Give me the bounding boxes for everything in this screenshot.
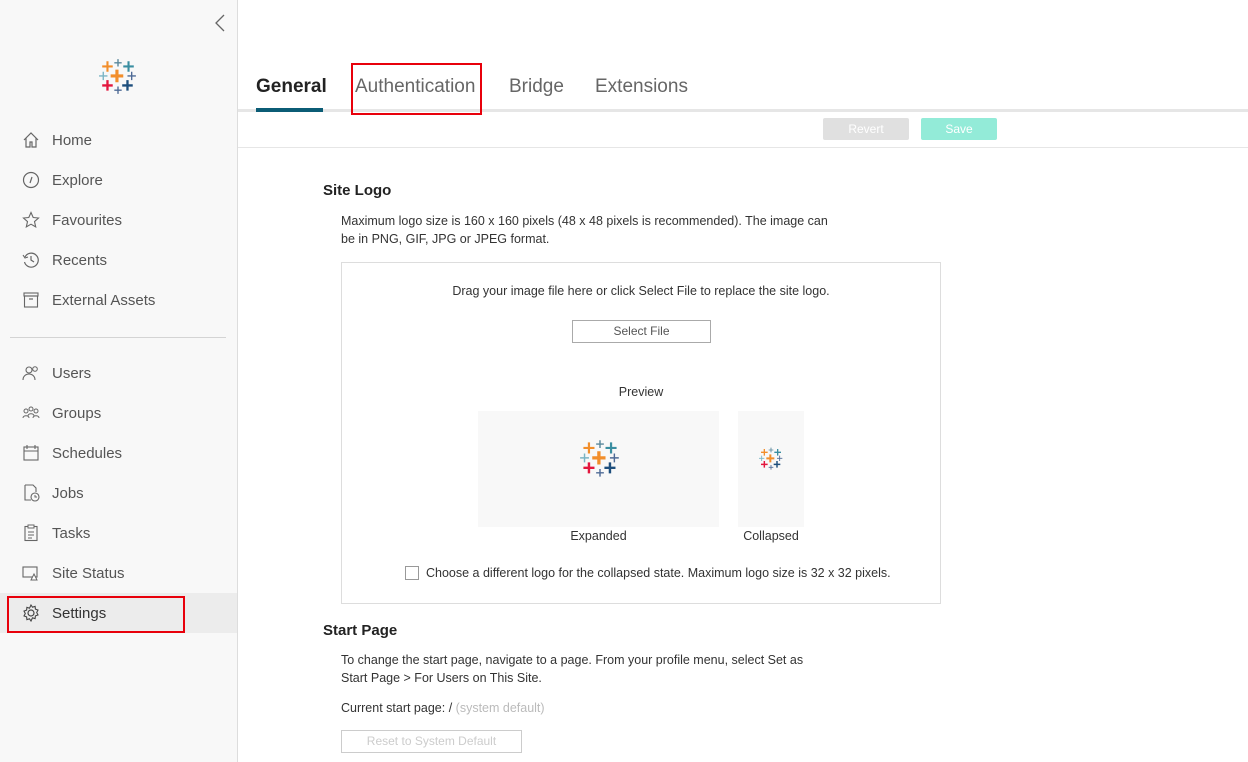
sidebar-item-label: Jobs [52, 484, 84, 502]
select-file-button[interactable]: Select File [572, 320, 711, 343]
highlight-box-authentication [351, 63, 482, 115]
sidebar-item-users[interactable]: Users [0, 353, 237, 393]
sidebar-item-label: Site Status [52, 564, 125, 582]
sidebar-item-recents[interactable]: Recents [0, 240, 237, 280]
current-start-page-label: Current start page: / [341, 701, 453, 715]
sidebar: Home Explore Favourites Recents External Ass… [0, 0, 238, 762]
sidebar-item-label: Users [52, 364, 92, 382]
save-button[interactable]: Save [921, 118, 997, 140]
sidebar-item-site-status[interactable]: Site Status [0, 553, 237, 593]
archive-icon [22, 291, 40, 309]
home-icon [22, 131, 40, 149]
current-start-page-value: (system default) [455, 701, 545, 715]
collapsed-label: Collapsed [743, 529, 799, 543]
toolbar-divider [238, 147, 1248, 148]
chevron-left-icon[interactable] [214, 14, 226, 32]
sidebar-divider [10, 337, 226, 338]
collapsed-logo-checkbox-label[interactable]: Choose a different logo for the collapse… [426, 564, 926, 582]
logo-drop-zone[interactable]: Drag your image file here or click Selec… [341, 262, 941, 604]
sidebar-item-label: Favourites [52, 211, 123, 229]
expanded-preview [478, 411, 719, 527]
drop-text: Drag your image file here or click Selec… [452, 284, 830, 298]
sidebar-item-label: Groups [52, 404, 102, 422]
site-logo-heading: Site Logo [323, 182, 392, 199]
tab-bridge[interactable]: Bridge [509, 76, 564, 98]
reset-start-page-button[interactable]: Reset to System Default [341, 730, 522, 753]
start-page-heading: Start Page [323, 622, 398, 639]
tab-extensions[interactable]: Extensions [595, 76, 688, 98]
sidebar-item-tasks[interactable]: Tasks [0, 513, 237, 553]
expanded-logo-image [579, 439, 621, 479]
group-icon [22, 404, 40, 422]
collapsed-preview [738, 411, 804, 527]
job-icon [22, 484, 40, 502]
star-icon [22, 211, 40, 229]
sidebar-item-home[interactable]: Home [0, 120, 237, 160]
sidebar-item-favourites[interactable]: Favourites [0, 200, 237, 240]
active-tab-indicator [256, 108, 323, 112]
sidebar-item-jobs[interactable]: Jobs [0, 473, 237, 513]
sidebar-item-label: Schedules [52, 444, 123, 462]
sidebar-item-label: Home [52, 131, 93, 149]
site-logo-description: Maximum logo size is 160 x 160 pixels (4… [341, 214, 828, 246]
start-page-description: To change the start page, navigate to a … [341, 653, 804, 685]
revert-button[interactable]: Revert [823, 118, 909, 140]
compass-icon [22, 171, 40, 189]
expanded-label: Expanded [570, 529, 627, 543]
sidebar-item-label: Tasks [52, 524, 91, 542]
tableau-logo[interactable] [98, 57, 138, 97]
sidebar-item-explore[interactable]: Explore [0, 160, 237, 200]
status-icon [22, 564, 40, 582]
collapsed-logo-image [758, 447, 784, 471]
history-icon [22, 251, 40, 269]
user-icon [22, 364, 40, 382]
sidebar-item-label: External Assets [52, 291, 156, 309]
sidebar-item-schedules[interactable]: Schedules [0, 433, 237, 473]
clipboard-icon [22, 524, 40, 542]
preview-label: Preview [618, 385, 664, 399]
sidebar-item-label: Explore [52, 171, 103, 189]
sidebar-item-external-assets[interactable]: External Assets [0, 280, 237, 320]
collapsed-logo-checkbox[interactable] [405, 566, 419, 580]
sidebar-item-label: Recents [52, 251, 108, 269]
sidebar-item-groups[interactable]: Groups [0, 393, 237, 433]
highlight-box-settings [7, 596, 185, 633]
tab-general[interactable]: General [256, 76, 327, 98]
calendar-icon [22, 444, 40, 462]
